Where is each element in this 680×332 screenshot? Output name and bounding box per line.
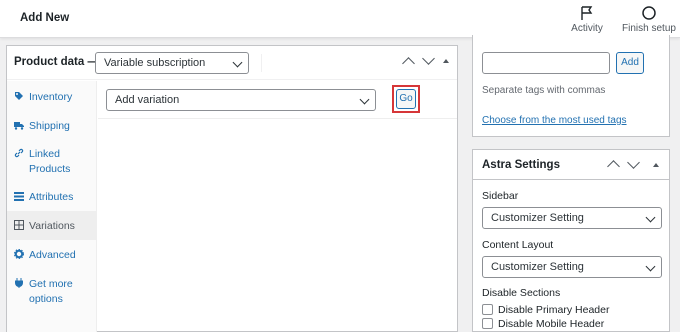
tag-input[interactable] bbox=[482, 52, 610, 74]
grid-icon bbox=[14, 220, 24, 230]
tab-variations-label: Variations bbox=[29, 220, 75, 232]
tab-get-more-label-line2: options bbox=[29, 293, 63, 305]
disable-mobile-header-row[interactable]: Disable Mobile Header bbox=[482, 318, 604, 330]
link-icon bbox=[14, 148, 24, 158]
product-type-value: Variable subscription bbox=[104, 57, 206, 69]
circle-icon bbox=[642, 6, 656, 20]
chevron-down-icon bbox=[645, 261, 656, 272]
disable-primary-header-row[interactable]: Disable Primary Header bbox=[482, 304, 609, 316]
disable-primary-header-label: Disable Primary Header bbox=[498, 304, 610, 316]
list-icon bbox=[14, 192, 24, 201]
product-data-tabs: Inventory Shipping Linked Products Attri… bbox=[7, 81, 97, 332]
tab-attributes[interactable]: Attributes bbox=[7, 190, 97, 205]
activity-button[interactable]: Activity bbox=[568, 5, 606, 34]
activity-label: Activity bbox=[571, 23, 603, 34]
variation-action-value: Add variation bbox=[115, 94, 180, 106]
content-layout-select[interactable]: Customizer Setting bbox=[482, 256, 662, 278]
tab-variations[interactable]: Variations bbox=[7, 211, 97, 240]
tab-shipping[interactable]: Shipping bbox=[7, 119, 97, 134]
header-divider bbox=[261, 54, 262, 72]
plugin-icon bbox=[15, 278, 23, 288]
tab-advanced[interactable]: Advanced bbox=[7, 248, 97, 263]
gear-icon bbox=[14, 249, 24, 259]
toggle-panel-button[interactable] bbox=[443, 59, 449, 63]
tag-help-text: Separate tags with commas bbox=[482, 85, 606, 96]
variations-toolbar: Add variation Go bbox=[98, 81, 457, 119]
most-used-tags-link[interactable]: Choose from the most used tags bbox=[482, 115, 627, 126]
sidebar-label: Sidebar bbox=[482, 190, 519, 202]
astra-settings-title: Astra Settings bbox=[482, 159, 560, 171]
finish-setup-label: Finish setup bbox=[622, 23, 676, 34]
astra-settings-header: Astra Settings bbox=[473, 150, 669, 180]
content-layout-select-value: Customizer Setting bbox=[491, 261, 584, 273]
sidebar-select[interactable]: Customizer Setting bbox=[482, 207, 662, 229]
astra-move-up-button[interactable] bbox=[607, 160, 620, 173]
tab-inventory[interactable]: Inventory bbox=[7, 90, 97, 105]
flag-icon bbox=[581, 6, 593, 20]
content-layout-label: Content Layout bbox=[482, 239, 554, 251]
sidebar-select-value: Customizer Setting bbox=[491, 212, 584, 224]
product-type-select[interactable]: Variable subscription bbox=[95, 52, 249, 74]
add-tag-button[interactable]: Add bbox=[616, 52, 644, 74]
tag-icon bbox=[15, 92, 23, 100]
move-down-button[interactable] bbox=[422, 52, 435, 65]
move-up-button[interactable] bbox=[402, 57, 415, 70]
disable-sections-label: Disable Sections bbox=[482, 287, 561, 299]
chevron-down-icon bbox=[359, 94, 370, 105]
disable-mobile-header-checkbox[interactable] bbox=[482, 318, 493, 329]
tab-linked-label-line1: Linked bbox=[29, 148, 60, 160]
variations-panel: Add variation Go bbox=[98, 81, 457, 332]
product-data-title: Product data — bbox=[14, 56, 99, 68]
top-bar: Add New Activity Finish setup bbox=[0, 0, 680, 38]
disable-mobile-header-label: Disable Mobile Header bbox=[498, 318, 605, 330]
disable-primary-header-checkbox[interactable] bbox=[482, 304, 493, 315]
tab-inventory-label: Inventory bbox=[29, 91, 73, 103]
variation-action-select[interactable]: Add variation bbox=[106, 89, 376, 111]
chevron-down-icon bbox=[232, 57, 243, 68]
tab-linked-label-line2: Products bbox=[29, 163, 71, 175]
tags-box: Add Separate tags with commas Choose fro… bbox=[472, 35, 670, 137]
finish-setup-button[interactable]: Finish setup bbox=[620, 5, 678, 34]
go-button[interactable]: Go bbox=[396, 89, 416, 109]
tab-attributes-label: Attributes bbox=[29, 191, 74, 203]
page-title: Add New bbox=[20, 12, 70, 24]
tab-advanced-label: Advanced bbox=[29, 249, 76, 261]
chevron-down-icon bbox=[645, 212, 656, 223]
astra-toggle-button[interactable] bbox=[653, 163, 659, 167]
tab-linked-products[interactable]: Linked Products bbox=[7, 147, 97, 177]
truck-icon bbox=[14, 122, 24, 130]
astra-move-down-button[interactable] bbox=[627, 156, 640, 169]
product-data-box: Product data — Variable subscription Inv… bbox=[6, 45, 458, 332]
tab-shipping-label: Shipping bbox=[29, 120, 70, 132]
tab-get-more-options[interactable]: Get more options bbox=[7, 277, 97, 307]
tab-get-more-label-line1: Get more bbox=[29, 278, 73, 290]
astra-settings-box: Astra Settings Sidebar Customizer Settin… bbox=[472, 149, 670, 332]
product-data-header: Product data — Variable subscription bbox=[7, 46, 457, 80]
